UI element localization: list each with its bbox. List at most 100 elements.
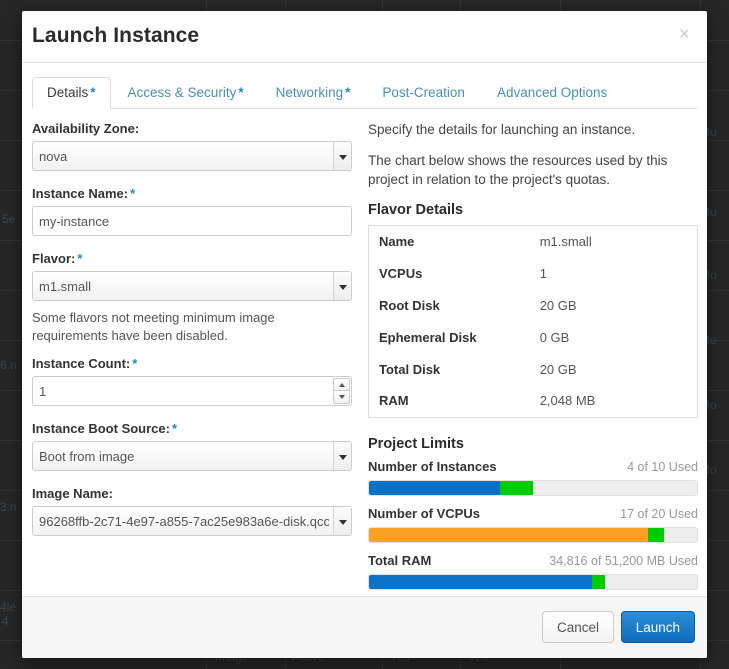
field-instance-name: Instance Name: * bbox=[32, 186, 352, 236]
quota-used-segment bbox=[369, 527, 648, 542]
flavor-value: m1.small bbox=[539, 233, 592, 249]
flavor-key: Ephemeral Disk bbox=[379, 329, 477, 345]
field-availability-zone: Availability Zone: nova bbox=[32, 121, 352, 171]
dialog-header: Launch Instance × bbox=[22, 11, 707, 63]
info-line-1: Specify the details for launching an ins… bbox=[368, 122, 636, 137]
flavor-value: 1 bbox=[539, 265, 547, 281]
flavor-details-table: Name m1.small VCPUs 1 Root Disk 20 GB Ep… bbox=[368, 224, 698, 418]
availability-zone-select[interactable]: nova bbox=[32, 141, 352, 171]
table-row: RAM 2,048 MB bbox=[369, 385, 698, 417]
info-line-2: The chart below shows the resources used… bbox=[368, 152, 668, 187]
table-row: Name m1.small bbox=[369, 225, 698, 257]
tab-access-security[interactable]: Access & Security * bbox=[113, 77, 259, 109]
label-text: Instance Count: bbox=[32, 356, 131, 372]
flavor-value: 0 GB bbox=[539, 329, 570, 345]
flavor-key: RAM bbox=[379, 393, 409, 409]
quota-used-segment bbox=[369, 480, 501, 495]
tab-bar: Details * Access & Security * Networking * … bbox=[32, 77, 697, 109]
label-text: Availability Zone: bbox=[32, 121, 140, 136]
background-cell-text: 3.n bbox=[0, 500, 17, 514]
background-cell-text: 4le bbox=[0, 600, 17, 614]
quota-number-of-instances: Number of Instances 4 of 10 Used bbox=[368, 459, 698, 496]
field-flavor: Flavor: * m1.small bbox=[32, 251, 352, 301]
label-text: Flavor: bbox=[32, 251, 76, 266]
instance-count-input[interactable] bbox=[32, 376, 352, 407]
instance-name-input[interactable] bbox=[32, 206, 352, 236]
quota-total-ram: Total RAM 34,816 of 51,200 MB Used bbox=[368, 553, 698, 590]
label-text: Image Name: bbox=[32, 486, 113, 502]
instance-count-label: Instance Count: * bbox=[32, 356, 352, 371]
required-marker: * bbox=[77, 251, 83, 266]
tab-networking[interactable]: Networking * bbox=[261, 77, 366, 109]
quota-progress-bar bbox=[368, 526, 698, 543]
tab-label: Access & Security bbox=[127, 85, 237, 100]
tab-post-creation[interactable]: Post-Creation bbox=[367, 77, 480, 109]
table-row: Ephemeral Disk 0 GB bbox=[369, 321, 698, 353]
background-cell-text: 4 bbox=[2, 614, 9, 628]
required-marker: * bbox=[90, 85, 96, 100]
field-boot-source: Instance Boot Source: * Boot from image bbox=[32, 421, 352, 472]
required-marker: * bbox=[130, 186, 136, 201]
flavor-value: 20 GB bbox=[539, 361, 577, 377]
launch-button[interactable]: Launch bbox=[620, 611, 695, 643]
tab-details[interactable]: Details * bbox=[32, 77, 111, 109]
stepper-down-icon[interactable] bbox=[333, 391, 350, 405]
quota-label: Number of Instances bbox=[368, 458, 497, 474]
quota-progress-bar bbox=[368, 479, 698, 496]
page-title: Launch Instance bbox=[32, 24, 200, 47]
close-icon[interactable]: × bbox=[674, 23, 695, 46]
tab-label: Details bbox=[47, 85, 89, 100]
required-marker: * bbox=[132, 356, 138, 372]
boot-source-select[interactable]: Boot from image bbox=[32, 441, 352, 472]
quota-usage-text: 4 of 10 Used bbox=[627, 459, 698, 474]
quota-added-segment bbox=[647, 527, 665, 542]
background-cell-text: 6.n bbox=[0, 358, 17, 372]
tab-label: Advanced Options bbox=[496, 85, 608, 100]
dialog-body: Availability Zone: nova Instance Name: * … bbox=[22, 109, 707, 596]
table-row: Total Disk 20 GB bbox=[369, 353, 698, 385]
launch-instance-dialog: Launch Instance × Details * Access & Secu… bbox=[22, 11, 707, 658]
stepper-up-icon[interactable] bbox=[333, 378, 350, 392]
quota-used-segment bbox=[369, 574, 593, 589]
flavor-key: Root Disk bbox=[379, 297, 440, 313]
table-row: Root Disk 20 GB bbox=[369, 289, 698, 321]
quota-progress-bar bbox=[368, 573, 698, 590]
availability-zone-label: Availability Zone: bbox=[32, 121, 352, 136]
flavor-details-heading: Flavor Details bbox=[368, 201, 464, 218]
field-instance-count: Instance Count: * bbox=[32, 356, 352, 407]
flavor-select[interactable]: m1.small bbox=[32, 271, 352, 301]
flavor-value: 2,048 MB bbox=[539, 393, 596, 409]
tab-advanced-options[interactable]: Advanced Options bbox=[482, 77, 622, 109]
quota-number-of-vcpus: Number of VCPUs 17 of 20 Used bbox=[368, 506, 698, 543]
image-name-label: Image Name: bbox=[32, 486, 352, 501]
flavor-label: Flavor: * bbox=[32, 251, 352, 266]
tab-label: Post-Creation bbox=[382, 85, 465, 100]
dialog-footer: Cancel Launch bbox=[22, 596, 707, 658]
quota-label: Number of VCPUs bbox=[368, 505, 480, 521]
flavor-key: Name bbox=[379, 233, 415, 249]
quantity-stepper[interactable] bbox=[333, 378, 350, 405]
instance-name-label: Instance Name: * bbox=[32, 186, 352, 201]
flavor-value: 20 GB bbox=[539, 297, 577, 313]
quota-added-segment bbox=[592, 574, 606, 589]
field-image-name: Image Name: 96268ffb-2c71-4e97-a855-7ac2… bbox=[32, 486, 352, 537]
project-limits-heading: Project Limits bbox=[368, 435, 464, 452]
cancel-button[interactable]: Cancel bbox=[541, 611, 614, 643]
background-cell-text: 5e bbox=[2, 212, 16, 226]
label-text: Instance Boot Source: bbox=[32, 421, 170, 437]
flavor-key: Total Disk bbox=[379, 361, 441, 377]
quota-usage-text: 17 of 20 Used bbox=[620, 506, 698, 521]
required-marker: * bbox=[345, 85, 351, 100]
quota-label: Total RAM bbox=[368, 552, 432, 568]
boot-source-label: Instance Boot Source: * bbox=[32, 421, 352, 436]
quota-usage-text: 34,816 of 51,200 MB Used bbox=[549, 553, 698, 568]
image-name-select[interactable]: 96268ffb-2c71-4e97-a855-7ac25e983a6e-dis… bbox=[32, 506, 352, 537]
table-row: VCPUs 1 bbox=[369, 257, 698, 289]
required-marker: * bbox=[238, 85, 244, 100]
details-form: Availability Zone: nova Instance Name: * … bbox=[32, 121, 352, 551]
flavor-help-text: Some flavors not meeting minimum image r… bbox=[32, 310, 275, 343]
required-marker: * bbox=[171, 421, 178, 437]
details-info-panel: Specify the details for launching an ins… bbox=[368, 121, 698, 600]
tab-label: Networking bbox=[275, 85, 344, 100]
quota-added-segment bbox=[500, 480, 533, 495]
